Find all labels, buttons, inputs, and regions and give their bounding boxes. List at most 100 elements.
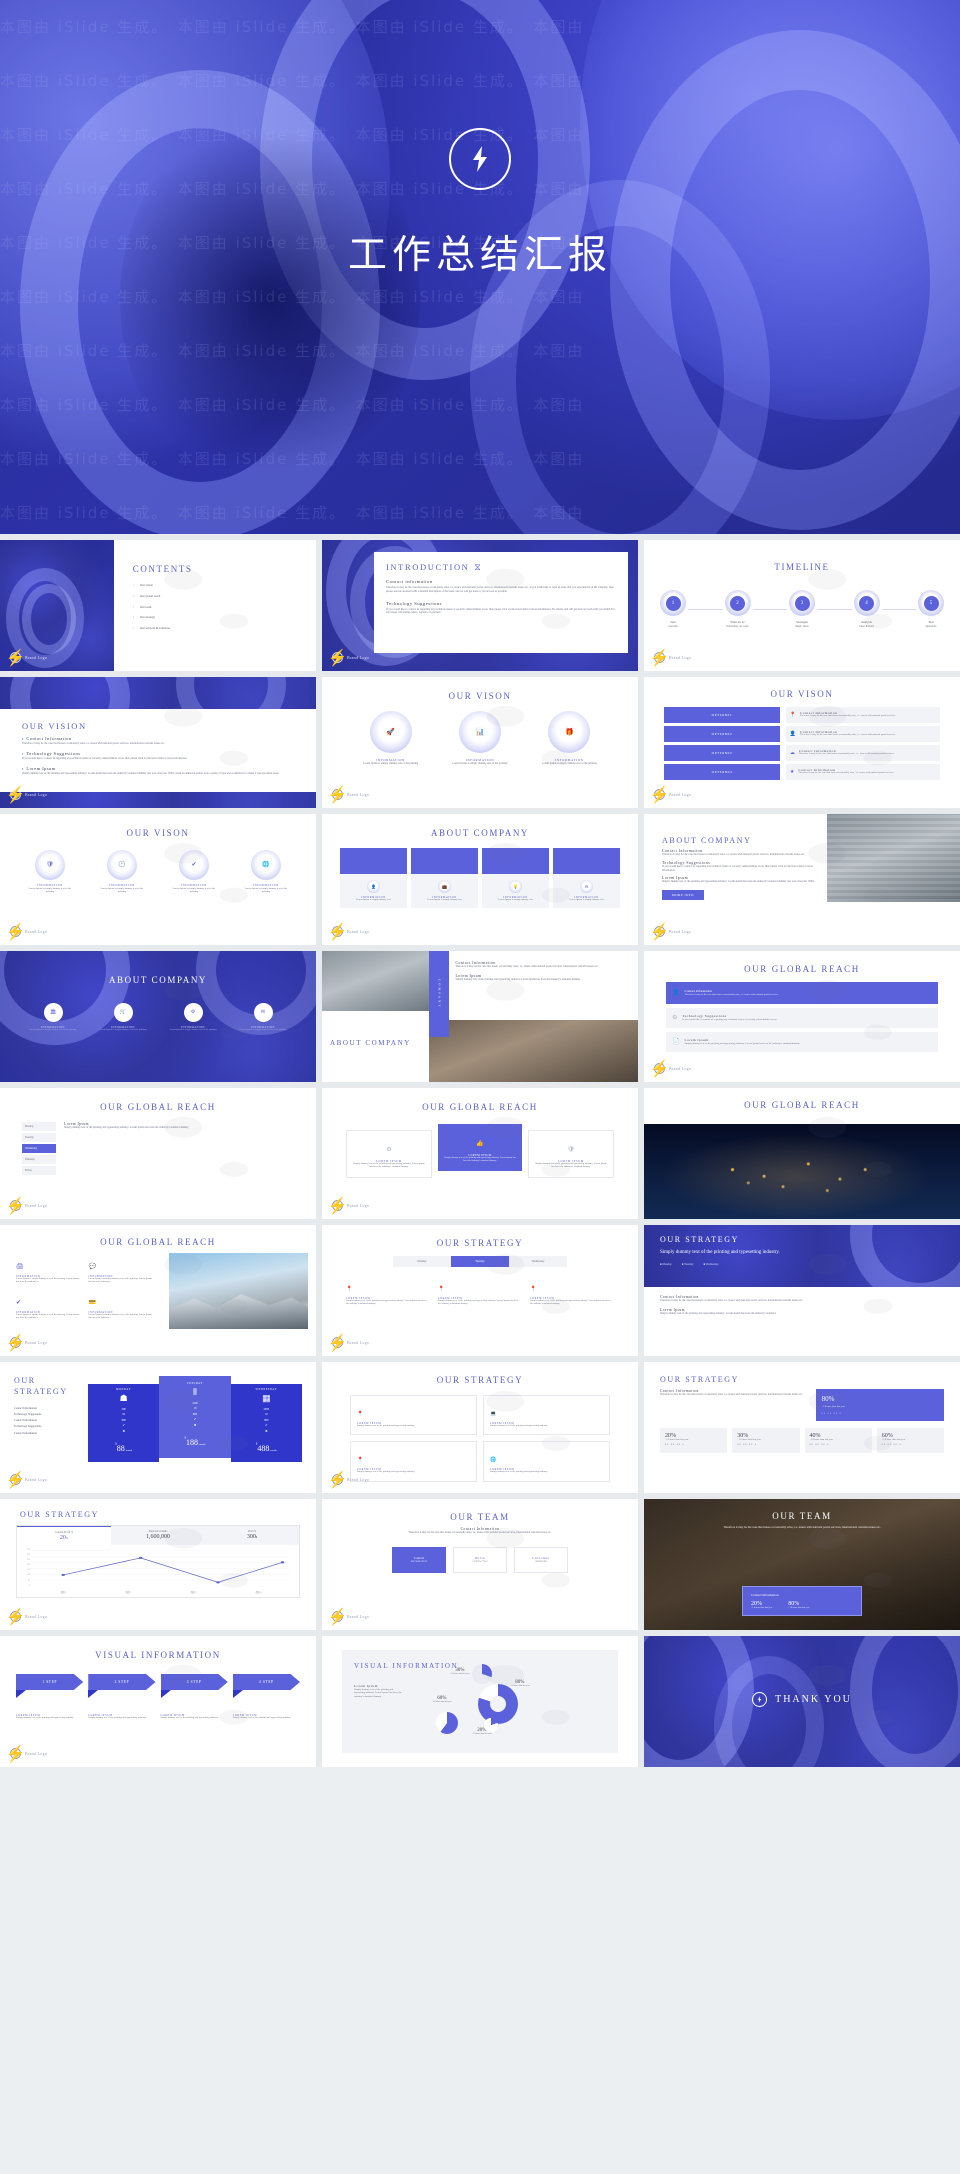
option-tag[interactable]: OPTION03 <box>664 745 780 761</box>
timeline-step[interactable]: 4 Analysis Chart & Polls <box>853 590 880 628</box>
vision-card[interactable]: 🛡 INFORMATION Lorem Ipsum is simply dummy … <box>26 850 74 894</box>
strategy-card[interactable]: 📍 LOREM IPSUM Simply dummy text of the pri… <box>530 1277 614 1307</box>
more-info-button[interactable]: MORE INFO <box>662 890 704 900</box>
step-item[interactable]: 2 STEP LOREM IPSUM Simply dummy text of t… <box>88 1674 156 1720</box>
reach-item[interactable]: ✔ INFORMATION Lorem Ipsum is simply dummy … <box>16 1291 83 1321</box>
thumbnail-about-company-cards[interactable]: ABOUT COMPANY 👤 INFORMATION Lorem Ipsum is… <box>322 814 638 945</box>
company-card[interactable]: ⚙ INFORMATION Lorem Ipsum is simply dummy … <box>169 1003 217 1032</box>
kpi-playback-volume[interactable]: Playback volume 1,600,000 <box>111 1526 205 1545</box>
company-card[interactable]: 💼 INFORMATION Lorem Ipsum is simply dummy … <box>411 848 478 909</box>
thumbnail-about-company-photo[interactable]: ABOUT COMPANY Contact Information Theref… <box>644 814 960 945</box>
step-item[interactable]: 3 STEP LOREM IPSUM Simply dummy text of t… <box>160 1674 228 1720</box>
vision-card[interactable]: ✔ INFORMATION Lorem Ipsum is simply dummy … <box>170 850 218 894</box>
option-tag[interactable]: OPTION04 <box>664 764 780 780</box>
company-card[interactable]: ✉ INFORMATION Lorem Ipsum is simply dummy … <box>239 1003 287 1032</box>
reach-row-active[interactable]: 👤 Contact Information Therefore it may be … <box>666 982 938 1004</box>
list-item[interactable]: Our team <box>140 605 151 610</box>
tab-monday[interactable]: Monday <box>393 1256 451 1267</box>
strategy-card[interactable]: 📍 LOREM IPSUM Simply dummy text of the pri… <box>350 1395 477 1436</box>
reach-row[interactable]: 📄 Lorem Ipsum Simply dummy text of the pri… <box>666 1032 938 1052</box>
list-item[interactable]: Our global reach <box>140 594 160 599</box>
pricing-column-monday[interactable]: MONDAY ☗ 500 10 800 ✔ ✖ $88/ month <box>88 1384 160 1463</box>
thumbnail-our-vision-options[interactable]: OUR VISON OPTION01 OPTION02 OPTION03 OPT… <box>644 677 960 808</box>
option-tag[interactable]: OPTION02 <box>664 726 780 742</box>
thumbnail-our-vision-circles[interactable]: OUR VISON 🚀 INFORMATION Lorem Ipsum is s… <box>322 677 638 808</box>
thumbnail-timeline[interactable]: TIMELINE 1 Start welcome 2 What we do Presen… <box>644 540 960 671</box>
thumbnail-strategy-pricing[interactable]: OUR STRATEGY Contact Information Technol… <box>0 1362 316 1493</box>
vision-card[interactable]: 🚀 INFORMATION Lorem Ipsum is simply dumm… <box>360 711 422 766</box>
strategy-card[interactable]: 💻 LOREM IPSUM Simply dummy text of the pri… <box>483 1395 610 1436</box>
team-card[interactable]: Write CONTACT US <box>453 1546 507 1573</box>
company-card[interactable]: 🏛 INFORMATION Lorem Ipsum is simply dummy … <box>29 1003 77 1032</box>
thumbnail-contents[interactable]: CONTENTS 1 Our vision 2 Our global reach 3… <box>0 540 316 671</box>
strategy-card[interactable]: 📍 LOREM IPSUM Simply dummy text of the pri… <box>346 1277 430 1307</box>
tab-monday[interactable]: Monday <box>22 1122 56 1131</box>
timeline-step[interactable]: 3 Strategies Magic ideas <box>789 590 815 628</box>
pricing-column-tuesday[interactable]: TUESDAY ⦀ 1000 10 800 ✔ ✖ $188/ month <box>159 1376 231 1459</box>
thumbnail-strategy-grid4[interactable]: OUR STRATEGY 📍 LOREM IPSUM Simply dummy te… <box>322 1362 638 1493</box>
thumbnail-strategy-tabs[interactable]: OUR STRATEGY Monday Tuesday Wednesday 📍 L… <box>322 1225 638 1356</box>
step-item[interactable]: 1 STEP LOREM IPSUM Simply dummy text of t… <box>16 1674 84 1720</box>
tab-thursday[interactable]: Thursday <box>22 1155 56 1164</box>
thumbnail-thank-you[interactable]: THANK YOU <box>644 1636 960 1767</box>
tab-wednesday[interactable]: Wednesday <box>509 1256 567 1267</box>
kpi-content-profit[interactable]: Content Profit % 20% <box>17 1526 111 1545</box>
thumbnail-global-reach-list[interactable]: OUR GLOBAL REACH 👤 Contact Information The… <box>644 951 960 1082</box>
vision-card[interactable]: 🎁 INFORMATION Lorem Ipsum is simply dumm… <box>538 711 600 766</box>
company-card[interactable]: 👤 INFORMATION Lorem Ipsum is simply dummy … <box>340 848 407 909</box>
strategy-card[interactable]: 🌐 LOREM IPSUM Simply dummy text of the pri… <box>483 1441 610 1482</box>
vision-card[interactable]: 📊 INFORMATION Lorem Ipsum is simply dumm… <box>449 711 511 766</box>
reach-item[interactable]: 💳 INFORMATION Lorem Ipsum is simply dummy … <box>89 1291 156 1321</box>
timeline-step[interactable]: 2 What we do Presenting our work <box>724 590 751 628</box>
tab-tuesday[interactable]: Tuesday <box>451 1256 509 1267</box>
thumbnail-about-company-dark[interactable]: ABOUT COMPANY 🏛 INFORMATION Lorem Ipsum is… <box>0 951 316 1082</box>
reach-item[interactable]: 🖨 INFORMATION Lorem Ipsum is simply dummy … <box>16 1255 83 1285</box>
reach-item[interactable]: 💬 INFORMATION Lorem Ipsum is simply dummy … <box>89 1255 156 1285</box>
thumbnail-strategy-dark[interactable]: OUR STRATEGY Simply dummy text of the pr… <box>644 1225 960 1356</box>
pricing-column-wednesday[interactable]: WEDNESDAY ▦ 2000 10 800 ✔ ✖ $488/ month <box>230 1384 302 1463</box>
thumbnail-visual-information-steps[interactable]: VISUAL INFORMATION 1 STEP LOREM IPSUM Sim… <box>0 1636 316 1767</box>
reach-card[interactable]: ⚙ LOREM IPSUM Simply dummy text of the pri… <box>346 1130 432 1178</box>
team-card[interactable]: Customer SERVICES <box>514 1546 568 1573</box>
thumbnail-introduction[interactable]: INTRODUCTION ⧖ Contact information There… <box>322 540 638 671</box>
bolt-icon: ⚡ <box>649 649 670 667</box>
reach-row[interactable]: ⚙ Technology Suggestions If you would like… <box>666 1008 938 1028</box>
tab-wednesday[interactable]: Wednesday <box>22 1144 56 1153</box>
company-card[interactable]: 🛒 INFORMATION Lorem Ipsum is simply dummy … <box>99 1003 147 1032</box>
thumbnail-our-team-photo[interactable]: OUR TEAM Therefore it may be the case th… <box>644 1499 960 1630</box>
company-card[interactable]: ⚙ INFORMATION Lorem Ipsum is simply dummy … <box>553 848 620 909</box>
list-item[interactable]: Our services & solutions <box>140 626 170 631</box>
kpi-price[interactable]: Price $300$ <box>205 1526 299 1545</box>
tab-body: Simply dummy text of the printing and ty… <box>64 1126 189 1129</box>
tab-tuesday[interactable]: Tuesday <box>22 1133 56 1142</box>
step-item[interactable]: 4 STEP LOREM IPSUM Simply dummy text of t… <box>232 1674 300 1720</box>
company-card[interactable]: 💡 INFORMATION Lorem Ipsum is simply dummy … <box>482 848 549 909</box>
vision-card[interactable]: 🕐 INFORMATION Lorem Ipsum is simply dummy … <box>98 850 146 894</box>
team-card[interactable]: Contact INFORMATION <box>392 1546 446 1573</box>
thumbnail-visual-information-donuts[interactable]: VISUAL INFORMATION Lorem Ipsum Simply du… <box>322 1636 638 1767</box>
timeline-step[interactable]: 1 Start welcome <box>660 590 686 628</box>
option-tag[interactable]: OPTION01 <box>664 707 780 723</box>
thumbnail-strategy-stats[interactable]: OUR STRATEGY Contact Information Therefo… <box>644 1362 960 1493</box>
thumbnail-our-vision-text[interactable]: OUR VISION ▪ Contact Information Therefor… <box>0 677 316 808</box>
shield-icon: 🛡 <box>567 1147 575 1153</box>
thumbnail-global-reach-tabs[interactable]: OUR GLOBAL REACH Monday Tuesday Wednesda… <box>0 1088 316 1219</box>
tab-friday[interactable]: Friday <box>22 1166 56 1175</box>
slide-title: THANK YOU <box>775 1694 852 1705</box>
vision-card[interactable]: 🌐 INFORMATION Lorem Ipsum is simply dummy … <box>242 850 290 894</box>
thumbnail-global-reach-icons[interactable]: OUR GLOBAL REACH 🖨 INFORMATION Lorem Ipsum… <box>0 1225 316 1356</box>
thumbnail-strategy-chart[interactable]: OUR STRATEGY Content Profit % 20% Playbac… <box>0 1499 316 1630</box>
thumbnail-global-reach-three[interactable]: OUR GLOBAL REACH ⚙ LOREM IPSUM Simply dumm… <box>322 1088 638 1219</box>
thumbnail-about-company-split[interactable]: COMPANY Contact Information Therefore it… <box>322 951 638 1082</box>
reach-card-active[interactable]: 👍 LOREM IPSUM Simply dummy text of the pri… <box>438 1124 522 1172</box>
bolt-icon: ⚡ <box>327 923 348 941</box>
thumbnail-global-reach-map[interactable]: OUR GLOBAL REACH <box>644 1088 960 1219</box>
thumbnail-our-vision-four[interactable]: OUR VISON 🛡 INFORMATION Lorem Ipsum is sim… <box>0 814 316 945</box>
list-item[interactable]: Our vision <box>140 583 153 588</box>
reach-card[interactable]: 🛡 LOREM IPSUM Simply dummy text of the pri… <box>528 1130 614 1178</box>
list-item[interactable]: Our strategy <box>140 615 155 620</box>
thumbnail-our-team[interactable]: OUR TEAM Contact Information Therefore i… <box>322 1499 638 1630</box>
step-label: 4 STEP <box>232 1674 300 1690</box>
strategy-card[interactable]: 📍 LOREM IPSUM Simply dummy text of the pri… <box>438 1277 522 1307</box>
timeline-step[interactable]: 5 End Questions <box>918 590 944 628</box>
